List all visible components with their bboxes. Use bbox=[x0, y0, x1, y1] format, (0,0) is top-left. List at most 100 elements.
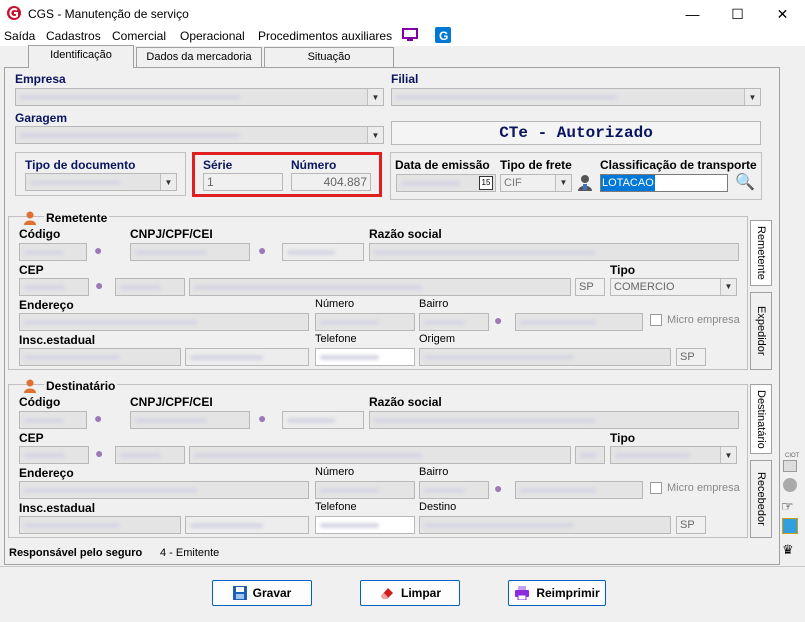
search-icon[interactable]: ● bbox=[494, 312, 502, 328]
dest-cep-label: CEP bbox=[19, 431, 44, 445]
tipo-documento-select[interactable]: ▼ bbox=[25, 173, 177, 191]
sidetab-recebedor[interactable]: Recebedor bbox=[750, 460, 772, 538]
rem-cep-field[interactable] bbox=[19, 278, 89, 296]
dest-destino-uf[interactable]: SP bbox=[676, 516, 706, 534]
filial-label: Filial bbox=[391, 72, 419, 86]
monitor-icon[interactable] bbox=[402, 27, 418, 43]
tab-situacao[interactable]: Situação bbox=[264, 47, 394, 67]
rem-telefone-field[interactable] bbox=[315, 348, 415, 366]
limpar-button[interactable]: Limpar bbox=[360, 580, 460, 606]
users-icon[interactable] bbox=[782, 518, 798, 534]
menu-operacional[interactable]: Operacional bbox=[180, 28, 245, 46]
minimize-button[interactable]: — bbox=[670, 0, 715, 28]
sidetab-destinatario[interactable]: Destinatário bbox=[750, 384, 772, 454]
rem-endereco-field[interactable] bbox=[19, 313, 309, 331]
maximize-button[interactable]: ☐ bbox=[715, 0, 760, 28]
serie-field[interactable]: 1 bbox=[203, 173, 283, 191]
dest-cnpj-label: CNPJ/CPF/CEI bbox=[130, 395, 213, 409]
sidetab-remetente[interactable]: Remetente bbox=[750, 220, 772, 286]
search-icon[interactable]: ● bbox=[94, 410, 102, 426]
tipo-frete-value: CIF bbox=[504, 177, 522, 189]
divider bbox=[0, 566, 805, 567]
rem-uf-field[interactable]: SP bbox=[575, 278, 605, 296]
dest-cep-field[interactable] bbox=[19, 446, 89, 464]
dest-bairro-label: Bairro bbox=[419, 466, 449, 478]
filial-select[interactable]: ▼ bbox=[391, 88, 761, 106]
rem-tipo-select[interactable]: COMERCIO ▼ bbox=[610, 278, 737, 296]
user-lookup-icon[interactable] bbox=[575, 172, 595, 192]
search-icon[interactable]: ● bbox=[258, 242, 266, 258]
rem-cidade-field[interactable] bbox=[189, 278, 571, 296]
dest-tipo-select[interactable]: ▼ bbox=[610, 446, 737, 464]
rem-bairro-field[interactable] bbox=[515, 313, 643, 331]
rem-origem-uf[interactable]: SP bbox=[676, 348, 706, 366]
rem-codigo-field[interactable] bbox=[19, 243, 87, 261]
dest-micro-checkbox[interactable] bbox=[650, 482, 662, 494]
rem-origem-field[interactable] bbox=[419, 348, 671, 366]
dest-endereco-label: Endereço bbox=[19, 466, 74, 480]
rem-tipo-value: COMERCIO bbox=[614, 281, 675, 293]
menu-cadastros[interactable]: Cadastros bbox=[46, 28, 101, 46]
dest-bairro-field[interactable] bbox=[515, 481, 643, 499]
rem-insc-field[interactable] bbox=[19, 348, 181, 366]
rem-cnpj-label: CNPJ/CPF/CEI bbox=[130, 227, 213, 241]
dest-destino-field[interactable] bbox=[419, 516, 671, 534]
rem-numero-field[interactable] bbox=[315, 313, 415, 331]
rem-razao-field[interactable] bbox=[369, 243, 739, 261]
rem-insc-label: Insc.estadual bbox=[19, 333, 96, 347]
rem-tipo-label: Tipo bbox=[610, 263, 636, 277]
chevron-down-icon: ▼ bbox=[744, 89, 760, 105]
dest-razao-field[interactable] bbox=[369, 411, 739, 429]
calendar-icon[interactable]: 15 bbox=[479, 176, 493, 190]
empresa-select[interactable]: ▼ bbox=[15, 88, 384, 106]
dest-insc-field[interactable] bbox=[19, 516, 181, 534]
rem-cnpj-field[interactable] bbox=[130, 243, 250, 261]
search-icon[interactable]: 🔍 bbox=[735, 172, 755, 192]
dest-codigo-field[interactable] bbox=[19, 411, 87, 429]
close-button[interactable]: ✕ bbox=[760, 0, 805, 28]
seguro-value: 4 - Emitente bbox=[160, 547, 220, 559]
tab-dados-mercadoria[interactable]: Dados da mercadoria bbox=[136, 47, 262, 67]
sidetab-expedidor[interactable]: Expedidor bbox=[750, 292, 772, 370]
search-icon[interactable]: ● bbox=[258, 410, 266, 426]
search-icon[interactable]: ● bbox=[494, 480, 502, 496]
rem-telefone-label: Telefone bbox=[315, 333, 357, 345]
menu-procedimentos[interactable]: Procedimentos auxiliares bbox=[258, 28, 392, 46]
tipo-documento-label: Tipo de documento bbox=[25, 158, 136, 172]
dest-cidade-field[interactable] bbox=[189, 446, 571, 464]
rem-micro-checkbox[interactable] bbox=[650, 314, 662, 326]
garagem-select[interactable]: ▼ bbox=[15, 126, 384, 144]
numero-field[interactable]: 404.887 bbox=[291, 173, 371, 191]
tab-identificacao[interactable]: Identificação bbox=[28, 45, 134, 68]
dest-telefone-field[interactable] bbox=[315, 516, 415, 534]
reimprimir-button[interactable]: Reimprimir bbox=[508, 580, 606, 606]
dest-cidade-code-field[interactable] bbox=[115, 446, 185, 464]
chevron-down-icon: ▼ bbox=[367, 127, 383, 143]
dest-numero-field[interactable] bbox=[315, 481, 415, 499]
classificacao-field[interactable]: LOTACAO bbox=[600, 174, 728, 192]
rem-micro-label: Micro empresa bbox=[667, 314, 740, 326]
rem-bairro-code-field[interactable] bbox=[419, 313, 489, 331]
dest-tipo-label: Tipo bbox=[610, 431, 636, 445]
dest-cnpj-field[interactable] bbox=[130, 411, 250, 429]
search-icon[interactable]: ● bbox=[95, 445, 103, 461]
person-tool-icon[interactable]: ♛ bbox=[782, 542, 794, 558]
dest-endereco-field[interactable] bbox=[19, 481, 309, 499]
search-icon[interactable]: ● bbox=[94, 242, 102, 258]
g-app-icon[interactable]: G bbox=[435, 27, 451, 43]
circle-icon[interactable] bbox=[783, 478, 797, 492]
dest-bairro-code-field[interactable] bbox=[419, 481, 489, 499]
search-icon[interactable]: ● bbox=[95, 277, 103, 293]
chevron-down-icon: ▼ bbox=[367, 89, 383, 105]
menu-comercial[interactable]: Comercial bbox=[112, 28, 166, 46]
gravar-button[interactable]: Gravar bbox=[212, 580, 312, 606]
menu-saida[interactable]: Saída bbox=[4, 28, 35, 46]
hand-icon[interactable]: ☞ bbox=[781, 498, 794, 515]
rem-cidade-code-field[interactable] bbox=[115, 278, 185, 296]
dest-insc-label: Insc.estadual bbox=[19, 501, 96, 515]
tipo-frete-select[interactable]: CIF ▼ bbox=[500, 174, 572, 192]
ciot-icon[interactable] bbox=[783, 460, 797, 472]
dest-uf-field[interactable] bbox=[575, 446, 605, 464]
data-emissao-field[interactable]: 15 bbox=[396, 174, 496, 192]
data-emissao-label: Data de emissão bbox=[395, 158, 490, 172]
